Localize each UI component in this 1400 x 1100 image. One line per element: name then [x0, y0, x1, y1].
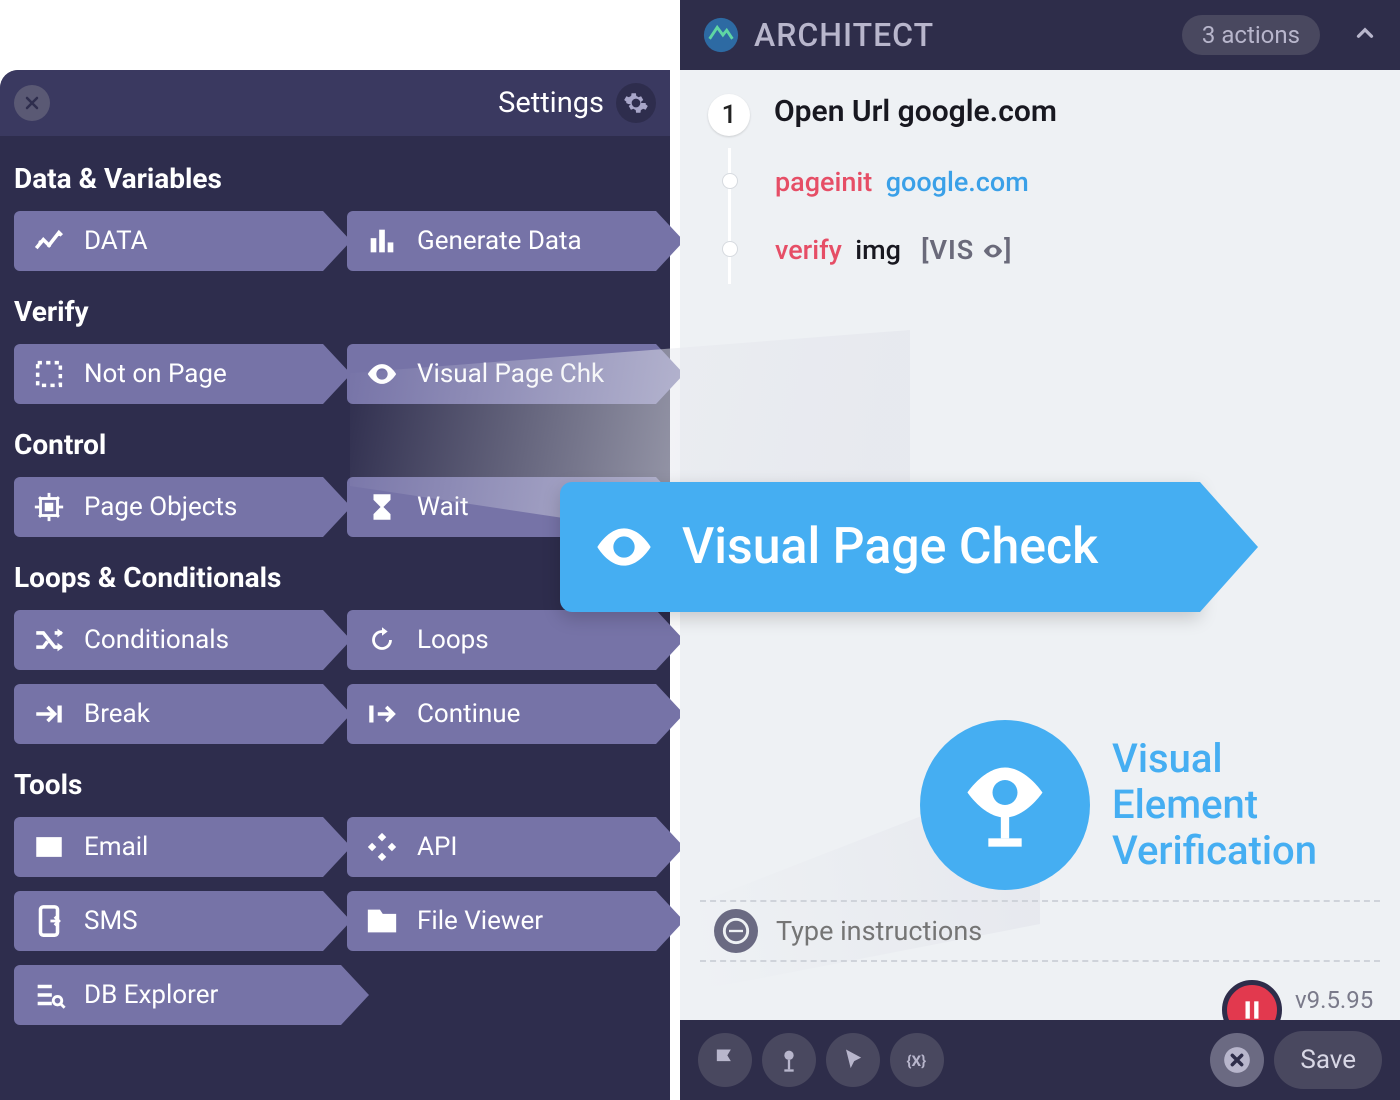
chip-label: Continue — [417, 699, 520, 729]
app-title: ARCHITECT — [754, 16, 934, 54]
chip-label: Not on Page — [84, 359, 227, 389]
chip-visual-page-chk[interactable]: Visual Page Chk — [347, 344, 656, 404]
continue-icon — [365, 697, 399, 731]
chip-label: DB Explorer — [84, 980, 218, 1010]
eye-pin-icon — [920, 720, 1090, 890]
keyword: verify — [775, 234, 842, 266]
chip-db-explorer[interactable]: DB Explorer — [14, 965, 341, 1025]
step-number: 1 — [708, 94, 750, 136]
instruction-input[interactable] — [776, 915, 1366, 947]
keyword: pageinit — [775, 166, 872, 198]
collapse-icon[interactable] — [714, 909, 758, 953]
step-1[interactable]: 1 Open Url google.com — [708, 94, 1372, 136]
version-label: v9.5.95 — [1295, 986, 1373, 1014]
settings-label: Settings — [498, 86, 604, 120]
folder-icon — [365, 904, 399, 938]
chip-loops[interactable]: Loops — [347, 610, 656, 670]
chip-label: DATA — [84, 226, 148, 256]
section-verify: Verify — [14, 295, 656, 328]
instruction-input-row — [700, 900, 1380, 962]
cpu-icon — [32, 490, 66, 524]
chip-api[interactable]: API — [347, 817, 656, 877]
flag-icon[interactable] — [698, 1033, 752, 1087]
break-icon — [32, 697, 66, 731]
chip-file-viewer[interactable]: File Viewer — [347, 891, 656, 951]
chip-label: Visual Page Chk — [417, 359, 604, 389]
bar-chart-icon — [365, 224, 399, 258]
chip-email[interactable]: Email — [14, 817, 323, 877]
chip-label: File Viewer — [417, 906, 543, 936]
chip-sms[interactable]: SMS — [14, 891, 323, 951]
shuffle-icon — [32, 623, 66, 657]
eye-icon — [592, 515, 656, 579]
chip-generate-data[interactable]: Generate Data — [347, 211, 656, 271]
actions-count[interactable]: 3 actions — [1182, 15, 1320, 55]
chip-conditionals[interactable]: Conditionals — [14, 610, 323, 670]
variable-icon[interactable]: {X} — [890, 1033, 944, 1087]
left-panel-header: Settings — [0, 70, 670, 136]
chip-label: SMS — [84, 906, 138, 936]
visual-element-verification[interactable]: Visual Element Verification — [920, 720, 1317, 890]
cursor-icon[interactable] — [826, 1033, 880, 1087]
vev-label: Visual Element Verification — [1112, 736, 1317, 874]
section-data-variables: Data & Variables — [14, 162, 656, 195]
chip-page-objects[interactable]: Page Objects — [14, 477, 323, 537]
chip-break[interactable]: Break — [14, 684, 323, 744]
chip-continue[interactable]: Continue — [347, 684, 656, 744]
step-title: Open Url google.com — [774, 94, 1057, 129]
section-control: Control — [14, 428, 656, 461]
substep-pageinit[interactable]: pageinit google.com — [731, 148, 1372, 216]
chip-label: API — [417, 832, 457, 862]
db-search-icon — [32, 978, 66, 1012]
chip-label: Page Objects — [84, 492, 237, 522]
chip-data[interactable]: DATA — [14, 211, 323, 271]
gear-icon[interactable] — [616, 83, 656, 123]
save-button[interactable]: Save — [1274, 1031, 1382, 1089]
section-tools: Tools — [14, 768, 656, 801]
substep-verify[interactable]: verify img [VIS ] — [731, 216, 1372, 284]
chip-label: Generate Data — [417, 226, 582, 256]
right-panel-header: ARCHITECT 3 actions — [680, 0, 1400, 70]
logo-icon — [702, 16, 740, 54]
footer-toolbar: {X} Save — [680, 1020, 1400, 1100]
chip-label: Email — [84, 832, 148, 862]
api-icon — [365, 830, 399, 864]
value: google.com — [886, 166, 1029, 198]
chip-not-on-page[interactable]: Not on Page — [14, 344, 323, 404]
chevron-up-icon[interactable] — [1352, 20, 1378, 50]
eye-icon — [365, 357, 399, 391]
vis-tag: [VIS ] — [921, 234, 1012, 266]
close-icon[interactable] — [14, 85, 50, 121]
chip-label: Conditionals — [84, 625, 229, 655]
email-icon — [32, 830, 66, 864]
target: img — [855, 234, 901, 266]
trend-icon — [32, 224, 66, 258]
chip-label: Wait — [417, 492, 469, 522]
svg-text:{X}: {X} — [907, 1052, 927, 1070]
drag-label: Visual Page Check — [682, 518, 1098, 576]
close-icon[interactable] — [1210, 1033, 1264, 1087]
sms-icon — [32, 904, 66, 938]
drag-visual-page-check[interactable]: Visual Page Check — [560, 482, 1200, 612]
selection-icon — [32, 357, 66, 391]
hourglass-icon — [365, 490, 399, 524]
loop-icon — [365, 623, 399, 657]
pin-icon[interactable] — [762, 1033, 816, 1087]
chip-label: Loops — [417, 625, 489, 655]
chip-label: Break — [84, 699, 150, 729]
